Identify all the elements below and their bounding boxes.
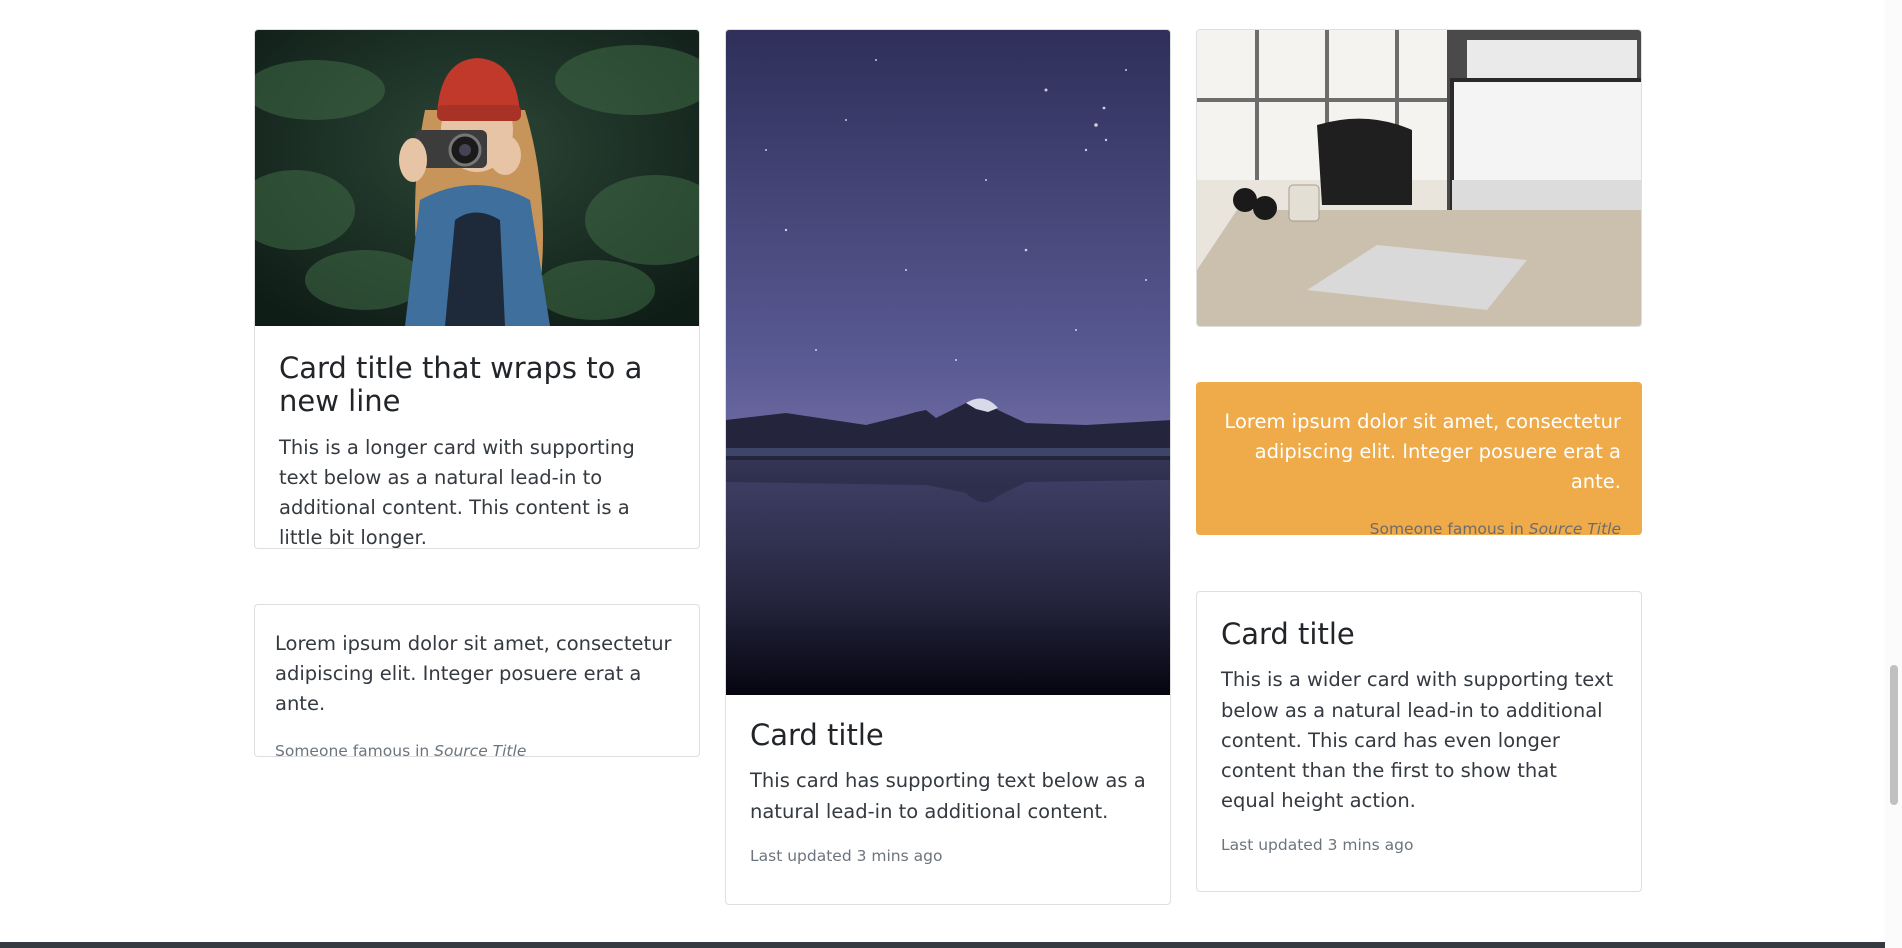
photographer-image — [255, 30, 699, 326]
card-wide: Card title This is a wider card with sup… — [1196, 591, 1642, 892]
source-title: Source Title — [434, 741, 527, 757]
page: Card title that wraps to a new line This… — [0, 0, 1902, 948]
card-body-night-sky: Card title This card has supporting text… — [726, 695, 1170, 889]
card-body-wide: Card title This is a wider card with sup… — [1197, 592, 1641, 878]
card-title: Card title — [750, 718, 884, 752]
card-desk — [1196, 29, 1642, 327]
card-image-desk — [1197, 30, 1641, 326]
blockquote-text: Lorem ipsum dolor sit amet, consectetur … — [275, 632, 672, 716]
card-text: This is a wider card with supporting tex… — [1221, 668, 1614, 813]
desk-image — [1197, 30, 1641, 326]
vertical-scrollbar[interactable] — [1885, 0, 1902, 948]
source-title: Source Title — [1528, 519, 1621, 535]
last-updated: Last updated 3 mins ago — [1221, 836, 1414, 855]
blockquote-footer: Someone famous in Source Title — [275, 741, 679, 757]
page-footer-edge — [0, 942, 1885, 948]
last-updated: Last updated 3 mins ago — [750, 846, 943, 865]
night-sky-image — [726, 30, 1170, 695]
card-body-quote-left: Lorem ipsum dolor sit amet, consectetur … — [255, 605, 699, 757]
blockquote-text: Lorem ipsum dolor sit amet, consectetur … — [1224, 410, 1621, 494]
card-image-night-sky — [726, 30, 1170, 695]
footer-prefix: Someone famous in — [275, 741, 435, 757]
card-title: Card title — [1221, 617, 1355, 651]
card-quote-right: Lorem ipsum dolor sit amet, consectetur … — [1196, 382, 1642, 535]
card-quote-left: Lorem ipsum dolor sit amet, consectetur … — [254, 604, 700, 757]
footer-prefix: Someone famous in — [1369, 519, 1529, 535]
card-title: Card title that wraps to a new line — [279, 351, 643, 419]
card-body-quote-right: Lorem ipsum dolor sit amet, consectetur … — [1197, 383, 1641, 535]
card-text: This card has supporting text below as a… — [750, 769, 1146, 823]
card-text: This is a longer card with supporting te… — [279, 435, 635, 549]
card-image-photographer — [255, 30, 699, 326]
card-photographer: Card title that wraps to a new line This… — [254, 29, 700, 549]
card-body-photographer: Card title that wraps to a new line This… — [255, 326, 699, 549]
blockquote-footer: Someone famous in Source Title — [1217, 519, 1621, 535]
card-night-sky: Card title This card has supporting text… — [725, 29, 1171, 905]
scrollbar-thumb[interactable] — [1890, 665, 1898, 805]
